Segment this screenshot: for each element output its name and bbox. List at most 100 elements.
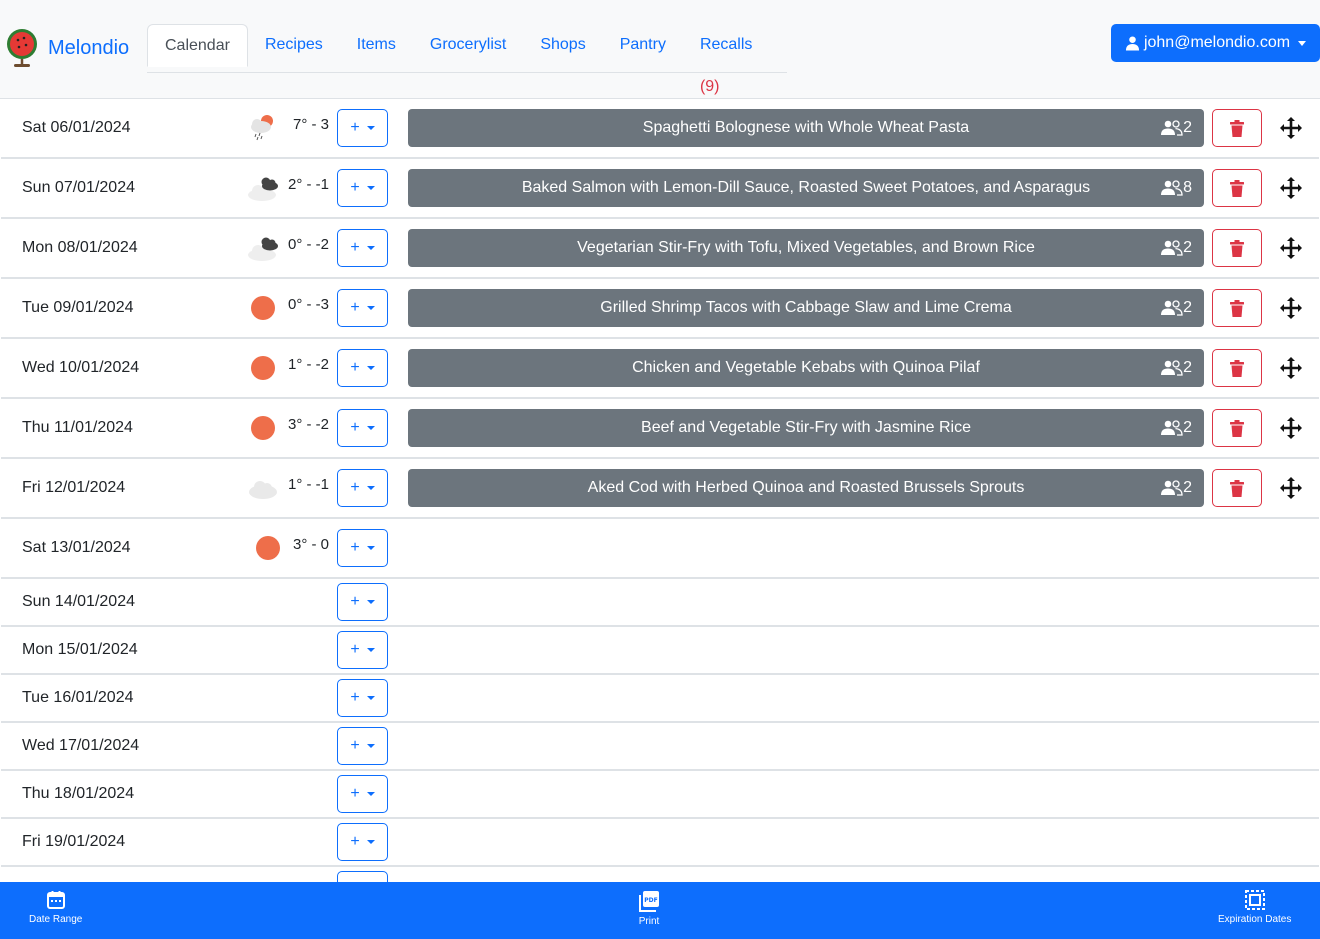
tab-recalls[interactable]: Recalls (9): [683, 24, 787, 95]
servings-count: 2: [1160, 409, 1192, 447]
add-meal-dropdown-button[interactable]: +: [337, 289, 388, 327]
svg-text:PDF: PDF: [644, 897, 657, 904]
meal-title: Spaghetti Bolognese with Whole Wheat Pas…: [642, 119, 970, 136]
tab-label: Recipes: [264, 36, 323, 53]
drag-move-icon[interactable]: [1277, 234, 1305, 262]
add-meal-dropdown-button[interactable]: +: [337, 823, 388, 861]
servings-count: 2: [1160, 109, 1192, 147]
expiration-dates-button[interactable]: Expiration Dates: [1218, 890, 1291, 925]
delete-meal-button[interactable]: [1212, 409, 1262, 447]
sun-icon: [252, 533, 284, 563]
servings-count: 2: [1160, 349, 1192, 387]
chevron-down-icon: [366, 306, 375, 310]
add-label: +: [350, 689, 360, 706]
tab-pantry[interactable]: Pantry: [603, 24, 683, 66]
temperature-range: 3° - 0: [293, 536, 330, 553]
servings-value: 8: [1183, 179, 1192, 196]
drag-move-icon[interactable]: [1277, 354, 1305, 382]
delete-meal-button[interactable]: [1212, 349, 1262, 387]
add-label: +: [350, 359, 360, 376]
add-meal-dropdown-button[interactable]: +: [337, 409, 388, 447]
drag-move-icon[interactable]: [1277, 114, 1305, 142]
delete-meal-button[interactable]: [1212, 109, 1262, 147]
day-date: Wed 17/01/2024: [22, 737, 140, 754]
drag-move-icon[interactable]: [1277, 294, 1305, 322]
tab-grocerylist[interactable]: Grocerylist: [413, 24, 523, 66]
print-button[interactable]: PDF Print: [638, 890, 660, 927]
meal-item[interactable]: Vegetarian Stir-Fry with Tofu, Mixed Veg…: [408, 229, 1204, 267]
servings-value: 2: [1183, 239, 1192, 256]
people-icon: [1161, 180, 1183, 196]
drag-move-icon[interactable]: [1277, 474, 1305, 502]
add-label: +: [350, 539, 360, 556]
calendar-day-row: Wed 10/01/2024 1° - -2 + Chicken and Vegeta…: [1, 339, 1319, 399]
day-date: Mon 15/01/2024: [22, 641, 138, 658]
calendar-icon: [46, 891, 65, 909]
day-date: Fri 19/01/2024: [22, 833, 126, 850]
chevron-down-icon: [366, 546, 375, 550]
delete-meal-button[interactable]: [1212, 229, 1262, 267]
day-date: Tue 16/01/2024: [22, 689, 134, 706]
day-date: Sun 14/01/2024: [22, 593, 135, 610]
tab-label: Grocerylist: [429, 36, 507, 53]
calendar-day-row: Mon 08/01/2024 0° - -2 + Vegetarian Stir-Fr…: [1, 219, 1319, 279]
trash-icon: [1230, 179, 1244, 197]
add-label: +: [350, 299, 360, 316]
meal-item[interactable]: Beef and Vegetable Stir-Fry with Jasmine…: [408, 409, 1204, 447]
expiration-dates-label: Expiration Dates: [1218, 914, 1292, 925]
calendar-list[interactable]: Sat 06/01/2024 7° - 3 + Spaghetti Bolognese…: [0, 98, 1320, 882]
day-date: Thu 11/01/2024: [22, 419, 133, 436]
dark-cloud-icon: [245, 173, 278, 203]
chevron-down-icon: [366, 744, 375, 748]
tab-label: Recalls: [699, 36, 753, 53]
meal-item[interactable]: Aked Cod with Herbed Quinoa and Roasted …: [408, 469, 1204, 507]
add-meal-dropdown-button[interactable]: +: [337, 583, 388, 621]
meal-item[interactable]: Baked Salmon with Lemon-Dill Sauce, Roas…: [408, 169, 1204, 207]
meal-item[interactable]: Spaghetti Bolognese with Whole Wheat Pas…: [408, 109, 1204, 147]
add-meal-dropdown-button[interactable]: +: [337, 229, 388, 267]
tab-calendar[interactable]: Calendar: [147, 24, 248, 67]
tab-label: Shops: [540, 36, 586, 53]
meal-title: Beef and Vegetable Stir-Fry with Jasmine…: [641, 419, 971, 436]
drag-move-icon[interactable]: [1277, 414, 1305, 442]
drag-move-icon[interactable]: [1277, 174, 1305, 202]
add-meal-dropdown-button[interactable]: +: [337, 727, 388, 765]
day-date: Tue 09/01/2024: [22, 299, 134, 316]
app-name: Melondio: [48, 36, 130, 59]
bottom-toolbar: Date Range PDF Print Expiration Dates: [0, 882, 1320, 939]
delete-meal-button[interactable]: [1212, 169, 1262, 207]
delete-meal-button[interactable]: [1212, 289, 1262, 327]
tab-recipes[interactable]: Recipes: [248, 24, 340, 66]
tab-items[interactable]: Items: [340, 24, 413, 66]
meal-item[interactable]: Grilled Shrimp Tacos with Cabbage Slaw a…: [408, 289, 1204, 327]
add-label: +: [350, 833, 360, 850]
brand[interactable]: Melondio: [4, 26, 129, 70]
watermelon-globe-logo-icon: [4, 26, 44, 70]
add-meal-dropdown-button[interactable]: +: [337, 469, 388, 507]
calendar-day-row: Tue 16/01/2024 +: [1, 675, 1319, 723]
meal-item[interactable]: Chicken and Vegetable Kebabs with Quinoa…: [408, 349, 1204, 387]
trash-icon: [1230, 359, 1244, 377]
date-range-button[interactable]: Date Range: [29, 890, 82, 925]
meal-title: Grilled Shrimp Tacos with Cabbage Slaw a…: [600, 299, 1012, 316]
add-meal-dropdown-button[interactable]: +: [337, 109, 388, 147]
add-meal-dropdown-button[interactable]: +: [337, 349, 388, 387]
calendar-day-row: Tue 09/01/2024 0° - -3 + Grilled Shrimp Tac…: [1, 279, 1319, 339]
print-label: Print: [638, 916, 660, 927]
add-meal-dropdown-button[interactable]: +: [337, 529, 388, 567]
calendar-day-row: Sun 14/01/2024 +: [1, 579, 1319, 627]
sun-icon: [247, 413, 279, 443]
add-meal-dropdown-button[interactable]: +: [337, 169, 388, 207]
day-date: Mon 08/01/2024: [22, 239, 138, 256]
chevron-down-icon: [366, 696, 375, 700]
user-menu-button[interactable]: john@melondio.com: [1111, 24, 1320, 62]
tab-label: Calendar: [165, 37, 230, 54]
tab-shops[interactable]: Shops: [523, 24, 602, 66]
delete-meal-button[interactable]: [1212, 469, 1262, 507]
add-meal-dropdown-button[interactable]: +: [337, 631, 388, 669]
add-meal-dropdown-button[interactable]: +: [337, 679, 388, 717]
day-date: Sat 13/01/2024: [22, 539, 131, 556]
add-meal-dropdown-button[interactable]: +: [337, 775, 388, 813]
add-meal-dropdown-button[interactable]: +: [337, 871, 388, 882]
people-icon: [1161, 240, 1183, 256]
